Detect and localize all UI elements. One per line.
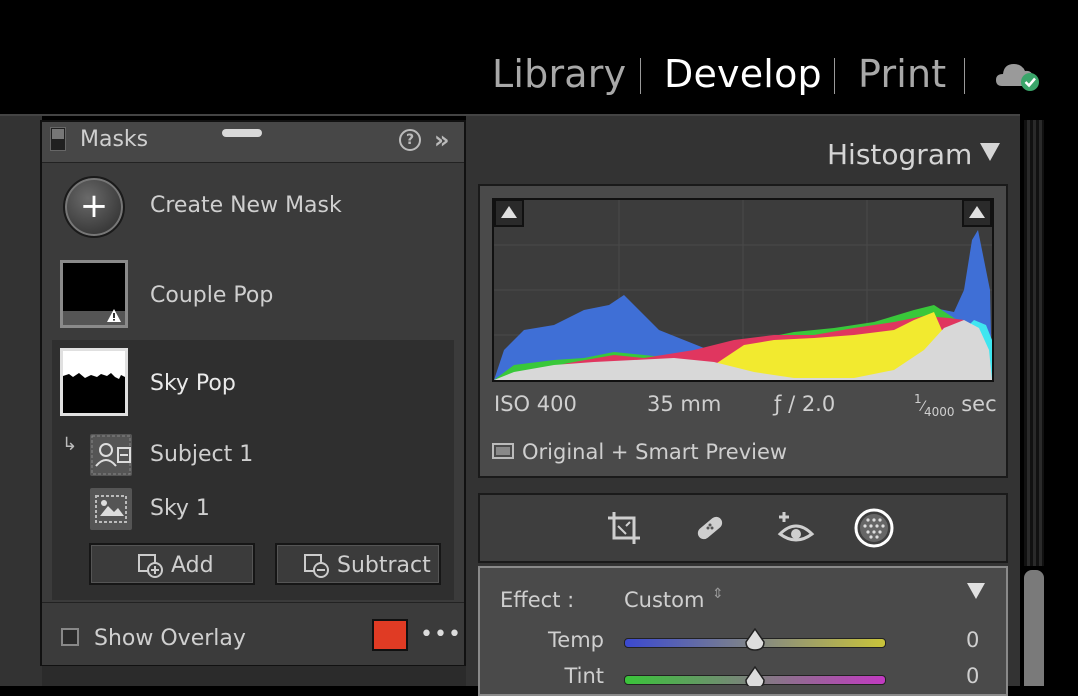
subtract-mask-icon [304, 554, 329, 578]
red-eye-tool-icon[interactable] [774, 506, 818, 550]
exif-focal-length: 35 mm [647, 392, 722, 416]
module-separator [834, 58, 835, 94]
overlay-color-swatch[interactable] [372, 619, 408, 651]
temp-label: Temp [548, 628, 604, 652]
effect-label: Effect : [500, 588, 575, 612]
show-overlay-label[interactable]: Show Overlay [94, 626, 246, 651]
temp-slider-thumb[interactable] [744, 628, 766, 652]
mask-item-couple-pop[interactable]: Couple Pop [150, 283, 273, 308]
shutter-unit: sec [961, 392, 997, 416]
updown-icon[interactable]: ⇕ [712, 587, 724, 601]
subtract-button[interactable]: Subtract [275, 543, 441, 585]
left-gutter [0, 116, 42, 686]
tint-slider-thumb[interactable] [744, 666, 766, 686]
component-arrow-icon: ↳ [62, 434, 78, 455]
scrollbar-groove[interactable] [1024, 120, 1044, 566]
add-button[interactable]: Add [89, 543, 255, 585]
more-options-icon[interactable]: ••• [420, 622, 462, 647]
mask-thumbnail[interactable] [60, 260, 128, 328]
sky-mask-icon[interactable] [90, 488, 132, 530]
exif-shutter: 1⁄4000 sec [914, 392, 997, 420]
show-overlay-checkbox[interactable] [61, 628, 79, 646]
cloud-sync-icon[interactable] [994, 58, 1042, 94]
histogram-title[interactable]: Histogram [827, 138, 972, 171]
module-library[interactable]: Library [492, 52, 626, 96]
panel-toggle-icon[interactable] [50, 127, 66, 151]
shutter-denominator: 4000 [923, 405, 955, 420]
masks-title: Masks [80, 127, 149, 152]
create-new-mask-label[interactable]: Create New Mask [150, 193, 342, 218]
effect-preset-select[interactable]: Custom [624, 588, 704, 612]
module-develop[interactable]: Develop [664, 52, 822, 96]
exif-aperture: ƒ / 2.0 [774, 392, 836, 416]
histogram-graph [492, 198, 994, 382]
collapse-triangle-icon[interactable] [980, 143, 1000, 161]
module-print[interactable]: Print [858, 52, 946, 96]
shadow-clipping-icon[interactable] [494, 199, 524, 227]
masking-tool-icon[interactable] [852, 506, 896, 550]
drag-handle-icon[interactable] [222, 129, 262, 137]
expand-icon[interactable]: » [434, 126, 450, 154]
help-icon[interactable]: ? [399, 129, 421, 151]
exif-iso: ISO 400 [494, 392, 577, 416]
component-sky-1[interactable]: Sky 1 [150, 496, 210, 521]
plus-icon: + [79, 186, 109, 226]
crop-tool-icon[interactable] [602, 506, 646, 550]
temp-value[interactable]: 0 [966, 628, 979, 652]
highlight-clipping-icon[interactable] [962, 199, 992, 227]
tint-label: Tint [564, 664, 604, 688]
preview-status[interactable]: Original + Smart Preview [522, 440, 787, 464]
create-new-mask-button[interactable]: + [63, 176, 125, 238]
effect-collapse-icon[interactable] [967, 583, 985, 599]
mask-item-sky-pop[interactable]: Sky Pop [150, 371, 236, 396]
smart-preview-icon [492, 443, 514, 459]
module-separator [640, 58, 641, 94]
add-mask-icon [138, 554, 163, 578]
subject-mask-icon[interactable] [90, 434, 132, 476]
module-separator [964, 58, 965, 94]
scrollbar-thumb[interactable] [1024, 570, 1044, 686]
shutter-numerator: 1 [914, 392, 922, 406]
left-panel-bottom [42, 666, 466, 686]
component-subject-1[interactable]: Subject 1 [150, 442, 253, 467]
add-label: Add [171, 553, 214, 578]
tool-strip [478, 493, 1008, 563]
healing-tool-icon[interactable] [688, 506, 732, 550]
mask-thumbnail-selected[interactable] [60, 348, 128, 416]
subtract-label: Subtract [337, 553, 431, 578]
warning-icon [107, 309, 121, 322]
tint-value[interactable]: 0 [966, 664, 979, 688]
